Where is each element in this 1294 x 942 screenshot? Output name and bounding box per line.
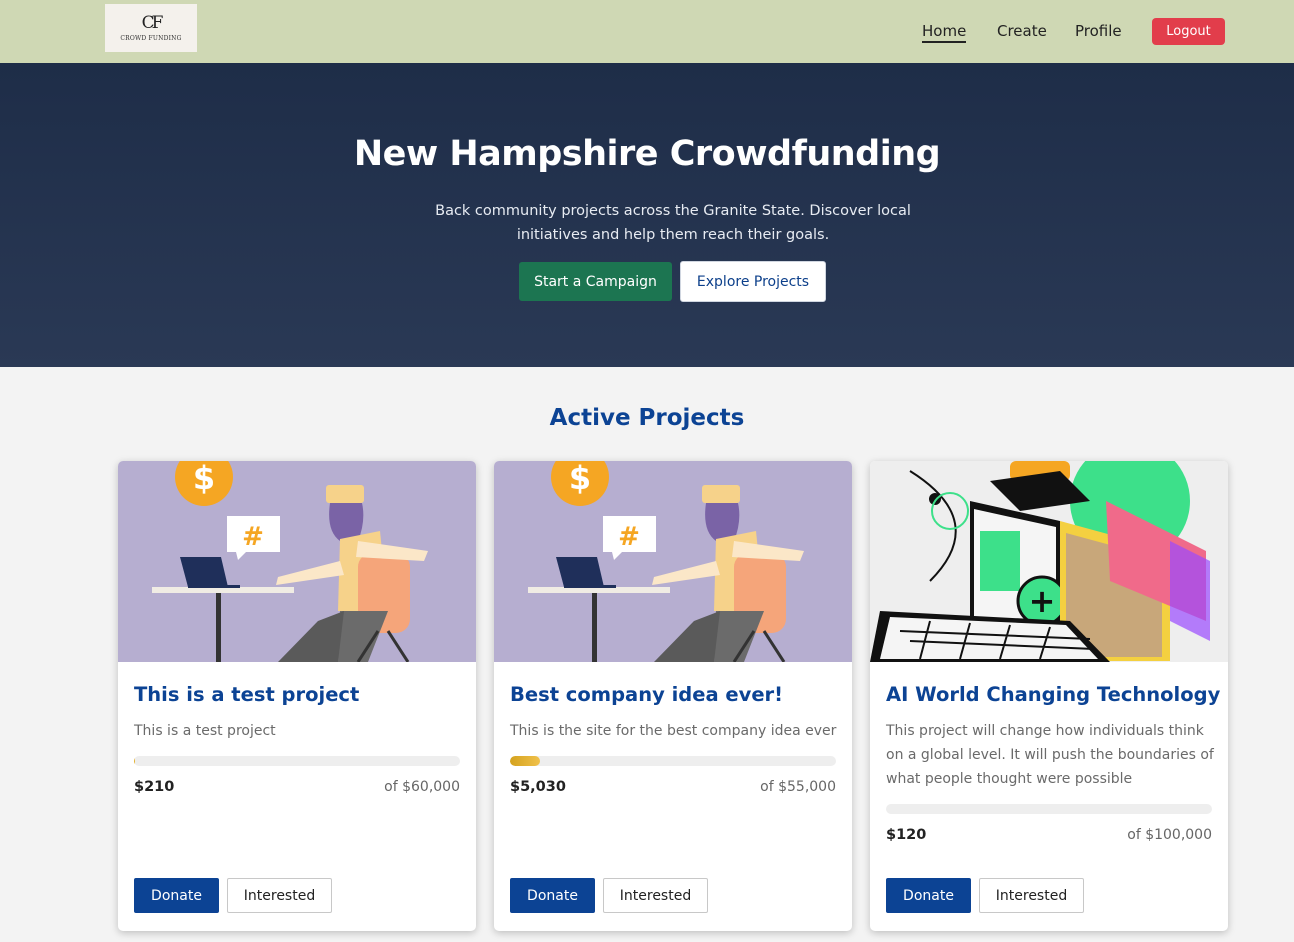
start-campaign-button[interactable]: Start a Campaign <box>519 262 672 301</box>
interested-button[interactable]: Interested <box>227 878 332 913</box>
project-card: $ # Best company idea ever! This is the … <box>494 461 852 931</box>
project-card: $ # This is a test project This is a tes… <box>118 461 476 931</box>
goal-amount: of $55,000 <box>760 779 836 795</box>
person-at-laptop-illustration: $ # <box>118 461 476 662</box>
progress-bar <box>886 804 1212 814</box>
logo-text: CROWD FUNDING <box>120 35 182 42</box>
progress-fill <box>510 756 540 766</box>
nav-link-create[interactable]: Create <box>997 22 1047 40</box>
card-description: This is a test project <box>134 723 276 739</box>
card-title[interactable]: Best company idea ever! <box>510 683 783 706</box>
card-title[interactable]: This is a test project <box>134 683 359 706</box>
card-description: This project will change how individuals… <box>886 723 1214 787</box>
top-navbar: CF CROWD FUNDING Home Create Profile Log… <box>0 0 1294 63</box>
svg-text:$: $ <box>569 461 591 497</box>
nav-link-home[interactable]: Home <box>922 22 967 43</box>
project-card: + AI World Changing Technology This proj… <box>870 461 1228 931</box>
hero-title: New Hampshire Crowdfunding <box>353 134 941 174</box>
interested-button[interactable]: Interested <box>603 878 708 913</box>
card-title[interactable]: AI World Changing Technology <box>886 683 1220 706</box>
goal-amount: of $100,000 <box>1127 827 1212 843</box>
donate-button[interactable]: Donate <box>886 878 971 913</box>
raised-amount: $5,030 <box>510 779 566 795</box>
person-at-laptop-illustration: $ # <box>494 461 852 662</box>
logo-mark: CF <box>141 13 164 33</box>
donate-button[interactable]: Donate <box>134 878 219 913</box>
raised-amount: $120 <box>886 827 927 843</box>
donate-button[interactable]: Donate <box>510 878 595 913</box>
explore-projects-button[interactable]: Explore Projects <box>680 261 826 302</box>
progress-fill <box>134 756 136 766</box>
crowdfunding-logo[interactable]: CF CROWD FUNDING <box>105 4 197 52</box>
svg-text:$: $ <box>193 461 215 497</box>
progress-bar <box>134 756 460 766</box>
section-title: Active Projects <box>549 405 745 431</box>
raised-amount: $210 <box>134 779 175 795</box>
svg-text:#: # <box>618 522 640 552</box>
interested-button[interactable]: Interested <box>979 878 1084 913</box>
svg-text:#: # <box>242 522 264 552</box>
progress-bar <box>510 756 836 766</box>
isometric-laptop-illustration: + <box>870 461 1228 662</box>
svg-text:+: + <box>1029 582 1056 620</box>
goal-amount: of $60,000 <box>384 779 460 795</box>
nav-link-profile[interactable]: Profile <box>1075 22 1122 40</box>
hero-subtitle: Back community projects across the Grani… <box>435 203 911 243</box>
card-description: This is the site for the best company id… <box>510 723 837 739</box>
logout-button[interactable]: Logout <box>1152 18 1225 45</box>
hero-banner: New Hampshire Crowdfunding Back communit… <box>0 63 1294 367</box>
